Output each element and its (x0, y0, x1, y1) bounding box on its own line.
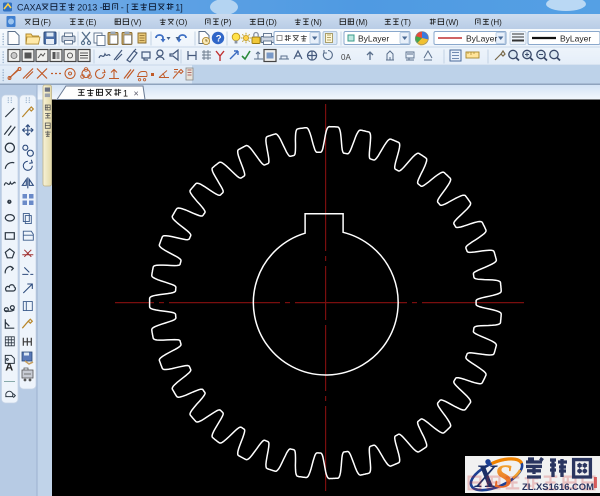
svg-text:(O): (O) (176, 18, 188, 27)
svg-text:×: × (134, 89, 139, 99)
svg-text:(D): (D) (266, 18, 277, 27)
svg-text:ByLayer: ByLayer (466, 33, 497, 43)
svg-text:2013 -: 2013 - (77, 3, 103, 13)
svg-text:ByLayer: ByLayer (358, 33, 389, 43)
svg-text:ByLayer: ByLayer (560, 33, 591, 43)
svg-text:0A: 0A (341, 53, 351, 62)
svg-text:1]: 1] (175, 3, 183, 13)
svg-text:(E): (E) (86, 18, 97, 27)
svg-text:(M): (M) (356, 18, 368, 27)
svg-text:(F): (F) (41, 18, 52, 27)
svg-text:CAXA: CAXA (17, 3, 42, 13)
svg-text:(H): (H) (491, 18, 502, 27)
svg-text:(T): (T) (401, 18, 412, 27)
svg-text:- [: - [ (121, 3, 129, 13)
svg-text:(W): (W) (446, 18, 459, 27)
svg-text:(P): (P) (221, 18, 232, 27)
svg-text:1: 1 (123, 89, 128, 99)
svg-text:ZL.XS1616.COM: ZL.XS1616.COM (522, 481, 594, 492)
svg-text:(V): (V) (131, 18, 142, 27)
svg-text:A: A (5, 362, 13, 374)
svg-text:?: ? (216, 34, 222, 45)
svg-text:(N): (N) (311, 18, 322, 27)
